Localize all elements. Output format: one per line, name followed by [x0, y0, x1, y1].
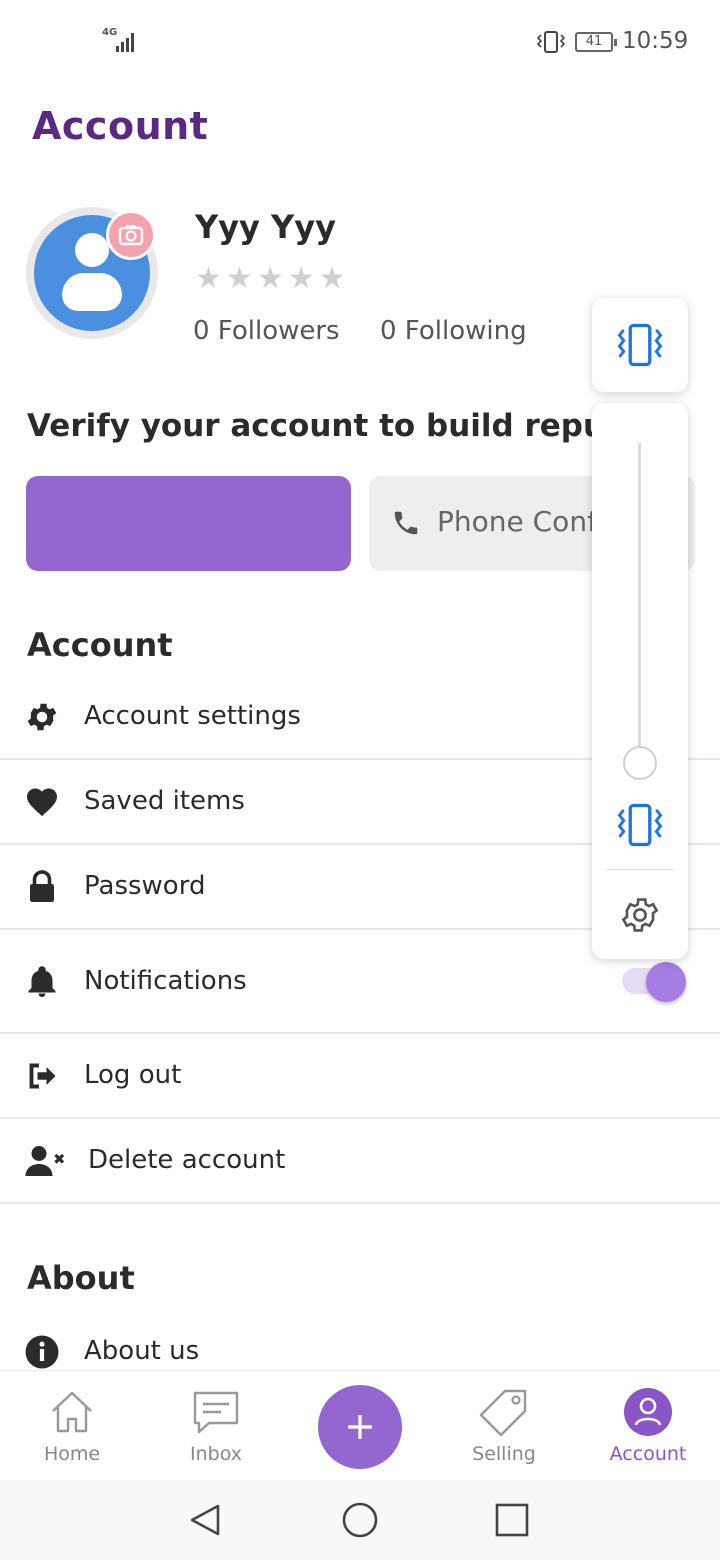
chat-icon [193, 1391, 239, 1434]
star-icon: ★ [195, 261, 222, 296]
home-circle-icon[interactable] [340, 1500, 380, 1540]
star-icon: ★ [225, 261, 253, 296]
nav-selling[interactable]: Selling [449, 1371, 559, 1481]
profile-name: Yyy Yyy [195, 208, 336, 246]
menu-label: Log out [84, 1060, 182, 1090]
logout-icon [29, 1063, 56, 1089]
divider [606, 869, 674, 870]
battery-icon: 41 [575, 32, 617, 52]
about-section-heading: About [27, 1259, 135, 1297]
gear-icon [27, 703, 57, 731]
notifications-toggle[interactable] [620, 960, 690, 1006]
followers-link[interactable]: 0 Followers [193, 316, 340, 346]
volume-panel [592, 403, 688, 959]
star-icon: ★ [287, 261, 315, 296]
volume-slider-thumb[interactable] [623, 746, 657, 780]
menu-label: Delete account [88, 1145, 286, 1175]
nav-label: Home [43, 1443, 101, 1465]
plus-icon [348, 1415, 372, 1439]
heart-icon [27, 788, 57, 817]
bottom-nav: Home Inbox Selling Account [0, 1370, 720, 1480]
menu-item-delete-account[interactable]: Delete account [0, 1119, 720, 1204]
home-icon [52, 1391, 92, 1433]
menu-label: About us [84, 1336, 200, 1366]
status-bar: 4G 41 10:59 [0, 0, 720, 84]
verify-primary-button[interactable] [26, 476, 351, 571]
volume-slider-track[interactable] [638, 443, 641, 763]
user-remove-icon [25, 1146, 65, 1176]
page-title: Account [32, 104, 209, 148]
signal-icon: 4G [100, 28, 140, 54]
verify-title: Verify your account to build reputat [27, 408, 597, 444]
system-nav-bar [0, 1480, 720, 1560]
nav-label: Inbox [190, 1443, 242, 1465]
network-type: 4G [102, 27, 118, 38]
vibrate-status-icon [536, 31, 566, 53]
back-icon[interactable] [186, 1500, 226, 1540]
menu-label: Password [84, 871, 206, 901]
camera-icon [118, 225, 144, 246]
info-icon [25, 1335, 59, 1369]
clock: 10:59 [622, 28, 689, 54]
nav-label: Account [609, 1443, 687, 1465]
star-icon: ★ [256, 261, 284, 296]
menu-label: Notifications [84, 966, 247, 996]
add-listing-button[interactable] [318, 1385, 402, 1469]
menu-item-log-out[interactable]: Log out [0, 1034, 720, 1119]
phone-icon [394, 511, 418, 535]
star-icon: ★ [318, 261, 346, 296]
tag-icon [479, 1389, 527, 1437]
recents-icon[interactable] [492, 1500, 532, 1540]
ringer-mode-button[interactable] [592, 298, 688, 392]
phone-confirm-label: Phone Conf [437, 505, 597, 538]
user-icon [624, 1388, 672, 1436]
vibrate-icon[interactable] [614, 803, 666, 847]
camera-badge-button[interactable] [106, 210, 156, 260]
following-link[interactable]: 0 Following [380, 316, 527, 346]
nav-account[interactable]: Account [593, 1371, 703, 1481]
vibrate-icon [617, 323, 663, 367]
nav-home[interactable]: Home [17, 1371, 127, 1481]
bell-icon [28, 966, 56, 997]
rating-stars: ★ ★ ★ ★ ★ [195, 262, 346, 296]
nav-label: Selling [472, 1443, 536, 1465]
nav-inbox[interactable]: Inbox [161, 1371, 271, 1481]
account-section-heading: Account [27, 626, 173, 664]
lock-icon [30, 870, 54, 902]
settings-gear-icon[interactable] [619, 894, 661, 936]
menu-label: Saved items [84, 786, 245, 816]
menu-label: Account settings [84, 701, 301, 731]
